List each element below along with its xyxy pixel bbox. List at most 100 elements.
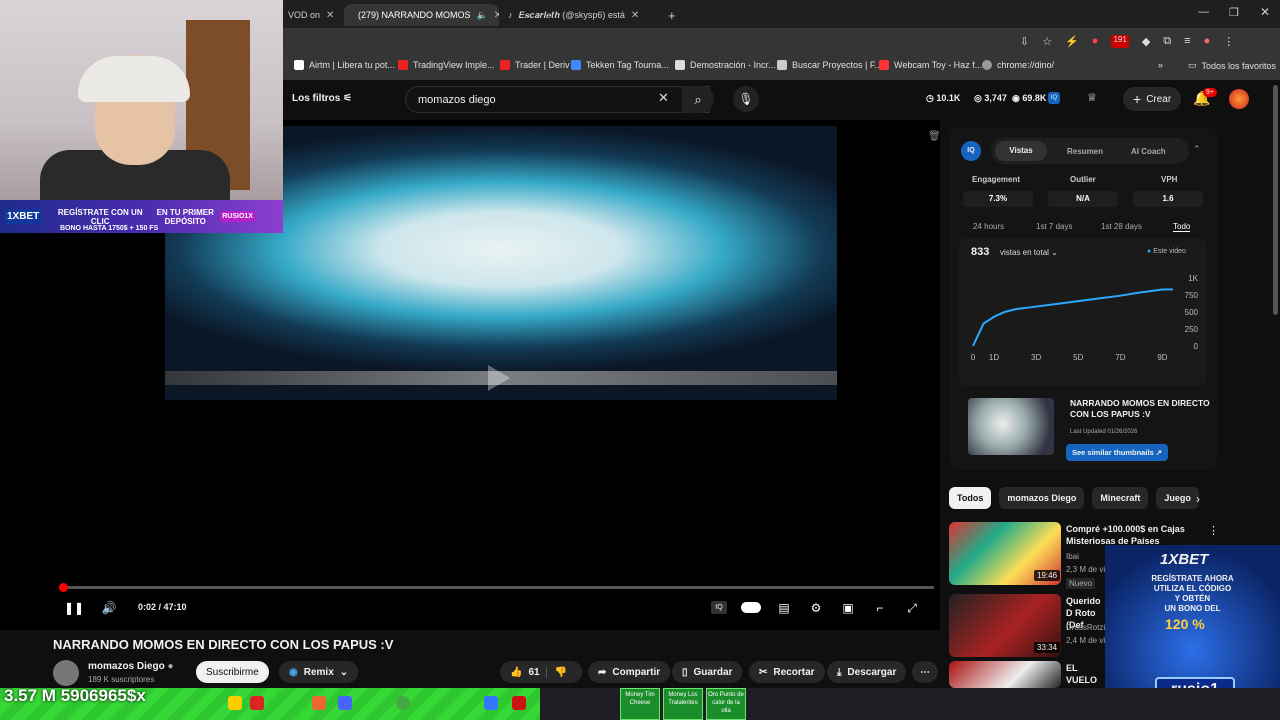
minimize-icon[interactable]: — bbox=[1198, 6, 1209, 18]
range-all[interactable]: Todo bbox=[1173, 222, 1191, 232]
fullscreen-icon[interactable]: ⤢ bbox=[904, 600, 920, 616]
scrubber-handle[interactable] bbox=[59, 583, 68, 592]
range-28d[interactable]: 1st 28 days bbox=[1101, 222, 1142, 231]
miniplayer-icon[interactable]: ▣ bbox=[840, 600, 856, 616]
download-button[interactable]: ⤓ Descargar bbox=[827, 661, 907, 683]
share-button[interactable]: ➦ Compartir bbox=[588, 661, 671, 683]
more-bookmarks-icon[interactable]: » bbox=[1158, 60, 1163, 70]
mic-icon[interactable]: 🎙 bbox=[733, 86, 759, 112]
bookmark-item[interactable]: Trader | Deriv bbox=[500, 60, 570, 70]
create-label: Crear bbox=[1146, 93, 1172, 105]
close-icon[interactable]: ✕ bbox=[631, 10, 639, 21]
taskbar-brave-icon[interactable] bbox=[312, 696, 326, 710]
bookmark-item[interactable]: Tekken Tag Tourna... bbox=[571, 60, 669, 70]
taskbar-chrome-icon[interactable] bbox=[396, 696, 410, 710]
views-chart: 1K 750 500 250 0 0 1D 3D 5D 7D 9D bbox=[971, 274, 1199, 362]
taskbar-app-icon[interactable] bbox=[250, 696, 264, 710]
install-icon[interactable]: ⇩ bbox=[1020, 35, 1029, 48]
rec-title[interactable]: Compré +100.000$ en Cajas Misteriosas de… bbox=[1066, 523, 1206, 547]
related-thumbnail[interactable] bbox=[968, 398, 1054, 455]
range-24h[interactable]: 24 hours bbox=[973, 222, 1004, 231]
progress-bar[interactable] bbox=[59, 583, 934, 592]
settings-icon[interactable]: ⚙ bbox=[808, 600, 824, 616]
chevron-right-icon[interactable]: › bbox=[1196, 492, 1200, 506]
tab-resumen[interactable]: Resumen bbox=[1067, 147, 1103, 156]
tab-vistas[interactable]: Vistas bbox=[995, 141, 1047, 161]
tab-ai-coach[interactable]: AI Coach bbox=[1131, 147, 1166, 156]
star-icon[interactable]: ☆ bbox=[1042, 35, 1052, 48]
channel-name[interactable]: momazos Diego ● bbox=[88, 661, 174, 672]
collapse-icon[interactable]: ⌃ bbox=[1193, 144, 1201, 155]
bookmark-item[interactable]: TradingView Imple... bbox=[398, 60, 495, 70]
menu-icon[interactable]: ≡ bbox=[1184, 35, 1190, 48]
bookmark-item[interactable]: Airtm | Libera tu pot... bbox=[294, 60, 395, 70]
extension-badge[interactable]: 191 bbox=[1111, 35, 1129, 48]
more-icon[interactable]: ⋮ bbox=[1223, 35, 1234, 48]
puzzle-icon[interactable]: ⧉ bbox=[1163, 35, 1171, 48]
subscribe-button[interactable]: Suscribirme bbox=[196, 661, 269, 683]
taskbar-app-icon[interactable] bbox=[512, 696, 526, 710]
taskbar-app-icon[interactable] bbox=[484, 696, 498, 710]
extension-icon[interactable]: ⚡ bbox=[1065, 35, 1079, 48]
bookmark-item[interactable]: Webcam Toy - Haz f... bbox=[879, 60, 982, 70]
tab-tiktok[interactable]: ♪ 𝑬𝒔𝒄𝒂𝒓𝒍𝒆𝒕𝒉 (@skysp6) está ✕ bbox=[500, 4, 660, 26]
chip-minecraft[interactable]: Minecraft bbox=[1092, 487, 1149, 509]
close-icon[interactable]: ✕ bbox=[326, 10, 334, 21]
scrollbar[interactable] bbox=[1273, 85, 1278, 315]
similar-thumbnails-button[interactable]: See similar thumbnails ↗ bbox=[1066, 444, 1169, 461]
rec-channel[interactable]: Ibai bbox=[1066, 552, 1079, 561]
audio-icon[interactable]: 🔈 bbox=[477, 10, 488, 21]
rec-thumbnail[interactable] bbox=[949, 661, 1061, 688]
channel-avatar[interactable] bbox=[53, 660, 79, 686]
bookmark-item[interactable]: chrome://dino/ bbox=[982, 60, 1054, 70]
play-overlay-icon[interactable] bbox=[488, 365, 510, 391]
new-tab-button[interactable]: + bbox=[660, 4, 680, 26]
ad-line: UN BONO DEL bbox=[1164, 604, 1221, 613]
related-title[interactable]: NARRANDO MOMOS EN DIRECTO CON LOS PAPUS … bbox=[1070, 398, 1210, 420]
remix-button[interactable]: ◉ Remix ⌄ bbox=[279, 661, 359, 683]
ad-line: UTILIZA EL CÓDIGO bbox=[1153, 584, 1232, 593]
avatar[interactable] bbox=[1229, 89, 1249, 109]
clip-button[interactable]: ✂ Recortar bbox=[749, 661, 825, 683]
range-7d[interactable]: 1st 7 days bbox=[1036, 222, 1072, 231]
search-button[interactable]: ⌕ bbox=[682, 86, 714, 113]
bookmark-item[interactable]: Demostración - Incr... bbox=[675, 60, 776, 70]
chip-todos[interactable]: Todos bbox=[949, 487, 992, 509]
trophy-icon[interactable]: ♕ bbox=[1087, 91, 1097, 104]
taskbar-discord-icon[interactable] bbox=[338, 696, 352, 710]
tab-youtube[interactable]: (279) NARRANDO MOMOS 🔈 ✕ bbox=[344, 4, 499, 26]
more-actions-icon[interactable]: ⋯ bbox=[912, 661, 938, 683]
close-icon[interactable]: ✕ bbox=[494, 10, 499, 21]
clear-search-icon[interactable]: ✕ bbox=[658, 90, 669, 106]
save-button[interactable]: ▯ Guardar bbox=[672, 661, 743, 683]
taskbar-folder-icon[interactable] bbox=[228, 696, 242, 710]
trash-icon[interactable]: 🗑 bbox=[928, 131, 941, 142]
chip-momazos[interactable]: momazos Diego bbox=[999, 487, 1085, 509]
all-bookmarks[interactable]: ▭ Todos los favoritos bbox=[1188, 60, 1276, 71]
pause-icon[interactable]: ❚❚ bbox=[64, 600, 84, 616]
views-dropdown[interactable]: vistas en total ⌄ bbox=[1000, 248, 1058, 257]
captions-icon[interactable]: ▤ bbox=[776, 600, 792, 616]
bookmark-label: Webcam Toy - Haz f... bbox=[894, 60, 983, 70]
tab-label: VOD on bbox=[288, 10, 321, 20]
stat-value: 10.1K bbox=[936, 93, 961, 103]
rec-channel[interactable]: DrossRotzi bbox=[1066, 623, 1105, 632]
autoplay-toggle[interactable] bbox=[741, 602, 761, 613]
like-button[interactable]: 👍 61 👎 bbox=[500, 661, 582, 683]
more-icon[interactable]: ⋮ bbox=[1208, 524, 1219, 537]
restore-icon[interactable]: ❐ bbox=[1229, 6, 1239, 19]
close-window-icon[interactable]: ✕ bbox=[1260, 5, 1270, 19]
extension-icon[interactable]: ◆ bbox=[1142, 35, 1150, 48]
extension-icon[interactable]: ● bbox=[1092, 35, 1099, 48]
iq-icon[interactable]: IQ bbox=[711, 601, 727, 614]
filters-button[interactable]: Los filtros ⚟ bbox=[292, 93, 352, 104]
bookmark-item[interactable]: Buscar Proyectos | F... bbox=[777, 60, 882, 70]
avatar[interactable]: ● bbox=[1204, 35, 1211, 48]
volume-icon[interactable]: 🔊 bbox=[101, 600, 117, 616]
chip-juego[interactable]: Juego bbox=[1156, 487, 1199, 509]
cast-icon[interactable]: ⌐ bbox=[872, 600, 888, 616]
iq-icon[interactable]: IQ bbox=[1048, 92, 1060, 104]
create-button[interactable]: + Crear bbox=[1123, 87, 1182, 111]
thumbs-down-icon[interactable]: 👎 bbox=[545, 666, 567, 678]
tab-vod[interactable]: VOD on ✕ bbox=[280, 4, 346, 26]
